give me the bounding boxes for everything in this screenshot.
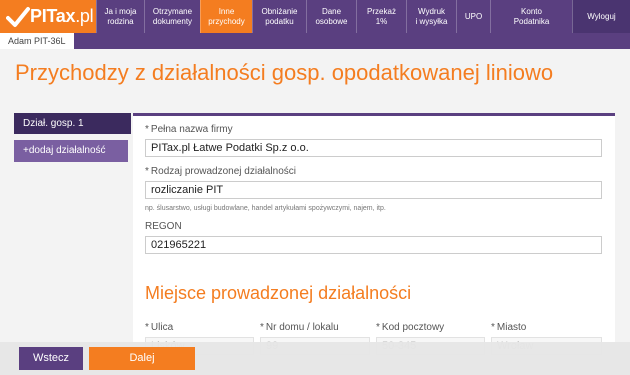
location-section-title: Miejsce prowadzonej działalności: [145, 283, 412, 303]
main-nav: Ja i moja rodzina Otrzymane dokumenty In…: [96, 0, 630, 33]
nav-konto-podatnika[interactable]: Konto Podatnika: [490, 0, 572, 33]
nav-obnizanie-podatku[interactable]: Obniżanie podatku: [252, 0, 306, 33]
nav-inne-przychody[interactable]: Inne przychody: [200, 0, 252, 33]
business-type-hint: np. ślusarstwo, usługi budowlane, handel…: [145, 205, 386, 212]
user-bar: Adam PIT-36L: [0, 33, 630, 49]
nav-otrzymane-dokumenty[interactable]: Otrzymane dokumenty: [144, 0, 200, 33]
regon-label: REGON: [145, 221, 182, 232]
sidebar-item-business-1[interactable]: Dział. gosp. 1: [14, 113, 131, 134]
street-label: * Ulica: [145, 322, 174, 333]
postal-code-label: * Kod pocztowy: [376, 322, 445, 333]
regon-field[interactable]: 021965221: [145, 236, 602, 254]
pitax-logo[interactable]: PITax.pl: [0, 0, 96, 33]
user-tab[interactable]: Adam PIT-36L: [0, 33, 74, 49]
next-button[interactable]: Dalej: [89, 347, 195, 370]
nav-wyloguj[interactable]: Wyloguj: [572, 0, 630, 33]
nav-wydruk-i-wysylka[interactable]: Wydruk i wysyłka: [406, 0, 456, 33]
page-title: Przychodzy z działalności gosp. opodatko…: [15, 60, 554, 85]
company-name-field[interactable]: PITax.pl Łatwe Podatki Sp.z o.o.: [145, 139, 602, 157]
city-label: * Miasto: [491, 322, 527, 333]
nav-przekaz-1[interactable]: Przekaż 1%: [356, 0, 406, 33]
business-type-label: * Rodzaj prowadzonej działalności: [145, 166, 296, 177]
add-business-button[interactable]: +dodaj działalność: [14, 140, 128, 162]
top-navigation: PITax.pl Ja i moja rodzina Otrzymane dok…: [0, 0, 630, 33]
house-number-label: * Nr domu / lokalu: [260, 322, 339, 333]
nav-upo[interactable]: UPO: [456, 0, 490, 33]
logo-text: PITax.pl: [30, 6, 94, 26]
nav-ja-i-moja-rodzina[interactable]: Ja i moja rodzina: [96, 0, 144, 33]
nav-dane-osobowe[interactable]: Dane osobowe: [306, 0, 356, 33]
business-type-field[interactable]: rozliczanie PIT: [145, 181, 602, 199]
checkmark-icon: [6, 7, 30, 27]
company-name-label: * Pełna nazwa firmy: [145, 124, 233, 135]
back-button[interactable]: Wstecz: [19, 347, 83, 370]
